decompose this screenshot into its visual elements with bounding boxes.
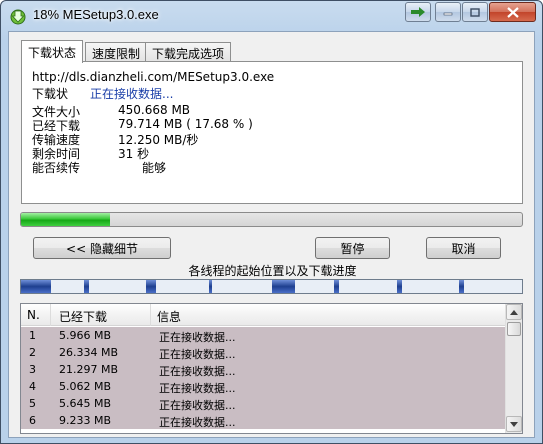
window-title: 18% MESetup3.0.exe xyxy=(33,7,159,22)
row-number: 4 xyxy=(29,380,36,393)
download-status-panel: http://dls.dianzheli.com/MESetup3.0.exe … xyxy=(21,61,523,204)
hide-details-button[interactable]: << 隐藏细节 xyxy=(33,237,171,259)
cancel-button[interactable]: 取消 xyxy=(426,237,501,259)
arrow-right-icon xyxy=(411,7,425,17)
thread-segment xyxy=(272,280,295,293)
row-number: 1 xyxy=(29,329,36,342)
thread-segment xyxy=(146,280,156,293)
download-window: 18% MESetup3.0.exe 下载状态 速度限制 下载完成选项 http… xyxy=(0,0,543,444)
thread-segment xyxy=(21,280,51,293)
progress-fill xyxy=(21,213,110,226)
row-downloaded: 9.233 MB xyxy=(59,414,112,427)
list-item[interactable]: 2 26.334 MB 正在接收数据... xyxy=(21,344,507,361)
list-item[interactable]: 6 9.233 MB 正在接收数据... xyxy=(21,412,507,429)
pause-button[interactable]: 暂停 xyxy=(315,237,390,259)
row-info: 正在接收数据... xyxy=(159,416,236,429)
row-info: 正在接收数据... xyxy=(159,365,236,378)
tab-completion-options[interactable]: 下载完成选项 xyxy=(145,42,232,62)
row-info: 正在接收数据... xyxy=(159,348,236,361)
scroll-up-button[interactable] xyxy=(506,304,522,320)
title-bar[interactable]: 18% MESetup3.0.exe xyxy=(1,1,542,31)
list-item[interactable]: 5 5.645 MB 正在接收数据... xyxy=(21,395,507,412)
thread-segment xyxy=(459,280,464,293)
thread-segment xyxy=(397,280,402,293)
row-number: 3 xyxy=(29,363,36,376)
row-number: 6 xyxy=(29,414,36,427)
download-progress-bar xyxy=(20,212,523,227)
thread-list[interactable]: N. 已经下载 信息 1 5.966 MB 正在接收数据... 2 26.334 MB 正… xyxy=(20,303,523,434)
status-info: http://dls.dianzheli.com/MESetup3.0.exe … xyxy=(32,68,522,200)
close-button[interactable] xyxy=(489,2,536,22)
tab-label: 速度限制 xyxy=(92,47,141,61)
maximize-button[interactable] xyxy=(462,2,488,22)
row-downloaded: 5.062 MB xyxy=(59,380,112,393)
minimize-icon xyxy=(443,12,453,16)
close-icon xyxy=(506,6,519,18)
resume-value: 能够 xyxy=(142,161,167,175)
row-number: 2 xyxy=(29,346,36,359)
thread-segment xyxy=(334,280,339,293)
column-header-info[interactable]: 信息 xyxy=(151,304,507,326)
column-header-number[interactable]: N. xyxy=(21,304,51,326)
download-url: http://dls.dianzheli.com/MESetup3.0.exe xyxy=(32,70,275,84)
client-area: 下载状态 速度限制 下载完成选项 http://dls.dianzheli.co… xyxy=(8,31,535,438)
thread-progress-bar xyxy=(20,279,523,294)
tab-download-status[interactable]: 下载状态 xyxy=(21,40,84,63)
tab-speed-limit[interactable]: 速度限制 xyxy=(85,42,148,62)
row-info: 正在接收数据... xyxy=(159,382,236,395)
minimize-to-tray-button[interactable] xyxy=(405,2,431,22)
downloaded-value: 79.714 MB ( 17.68 % ) xyxy=(118,117,253,131)
tab-label: 下载状态 xyxy=(28,46,77,60)
file-size-value: 450.668 MB xyxy=(118,103,191,117)
row-downloaded: 21.297 MB xyxy=(59,363,119,376)
list-header: N. 已经下载 信息 xyxy=(21,304,507,326)
column-header-downloaded[interactable]: 已经下载 xyxy=(51,304,151,326)
minimize-button[interactable] xyxy=(435,2,461,22)
arrow-down-icon xyxy=(510,421,518,427)
state-value: 正在接收数据... xyxy=(90,87,174,101)
row-number: 5 xyxy=(29,397,36,410)
list-item[interactable]: 1 5.966 MB 正在接收数据... xyxy=(21,327,507,344)
thread-segment xyxy=(209,280,212,293)
row-downloaded: 26.334 MB xyxy=(59,346,119,359)
tab-label: 下载完成选项 xyxy=(152,47,225,61)
resume-label: 能否续传 xyxy=(32,161,81,175)
row-info: 正在接收数据... xyxy=(159,331,236,344)
vertical-scrollbar[interactable] xyxy=(505,304,522,433)
arrow-up-icon xyxy=(510,309,518,315)
threads-caption: 各线程的起始位置以及下载进度 xyxy=(188,264,357,278)
scroll-down-button[interactable] xyxy=(506,416,522,432)
list-item[interactable]: 3 21.297 MB 正在接收数据... xyxy=(21,361,507,378)
thread-segment xyxy=(84,280,89,293)
download-app-icon xyxy=(10,9,26,25)
row-downloaded: 5.966 MB xyxy=(59,329,112,342)
scroll-thumb[interactable] xyxy=(507,322,521,336)
state-label: 下载状 xyxy=(32,87,69,101)
row-downloaded: 5.645 MB xyxy=(59,397,112,410)
row-info: 正在接收数据... xyxy=(159,399,236,412)
maximize-icon xyxy=(470,7,480,17)
list-item[interactable]: 4 5.062 MB 正在接收数据... xyxy=(21,378,507,395)
